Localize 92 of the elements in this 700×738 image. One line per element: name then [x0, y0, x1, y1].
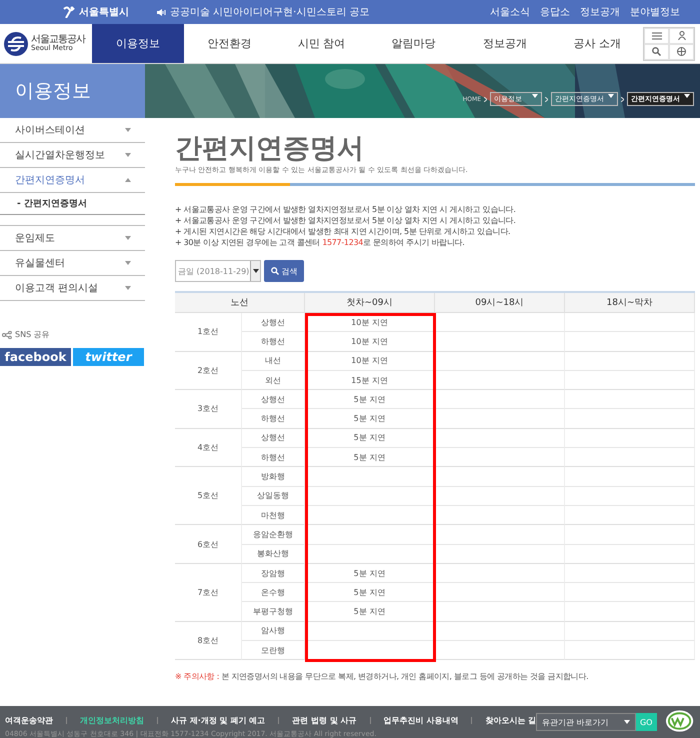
table-cell: 하행선 [242, 448, 305, 468]
table-cell: 부평구청행 [242, 602, 305, 622]
column-header: 09시~18시 [435, 293, 565, 313]
sidebar-subitem[interactable]: - 간편지연증명서 [0, 193, 145, 215]
accessibility-badge-icon [664, 709, 694, 733]
share-icon [2, 330, 12, 338]
footer-link[interactable]: 관련 법령 및 사규 [292, 715, 357, 726]
table-cell: 5분 지연 [305, 583, 435, 602]
table-cell: 5호선 [175, 467, 242, 526]
table-cell: 하행선 [242, 332, 305, 352]
table-cell: 5분 지연 [305, 428, 435, 448]
top-link[interactable]: 분야별정보 [630, 5, 680, 19]
caret-icon [608, 94, 614, 98]
share-button[interactable]: facebook [0, 348, 71, 366]
city-logo-icon [62, 6, 76, 18]
chevron-icon [484, 96, 487, 102]
footer-link[interactable]: 업무추진비 사용내역 [384, 715, 458, 726]
table-cell: 7호선 [175, 564, 242, 622]
table-cell: 봉화산행 [242, 544, 305, 564]
column-header: 첫차~09시 [305, 293, 435, 313]
search-icon [270, 267, 278, 275]
share-label: SNS 공유 [15, 329, 50, 340]
table-cell: 5분 지연 [305, 602, 435, 622]
column-header: 노선 [175, 293, 305, 313]
table-cell: 내선 [242, 352, 305, 371]
table-cell: 암사행 [242, 622, 305, 642]
warning-text: ※ 주의사항 : 본 지연증명서의 내용을 무단으로 복제, 변경하거나, 개인 홈페이지, 블로그 등에 공개하는 것을 금지합니다. [175, 671, 590, 682]
table-cell: 6호선 [175, 525, 242, 564]
table-cell: 마천행 [242, 506, 305, 526]
table-cell: 상행선 [242, 313, 305, 332]
caret-icon [125, 286, 131, 290]
globe-icon[interactable] [669, 44, 694, 60]
metro-logo-icon [4, 32, 28, 56]
caret-icon [252, 269, 258, 273]
top-link[interactable]: 정보공개 [580, 5, 620, 19]
notice-link[interactable]: 공공미술 시민아이디어구현·시민스토리 공모 [170, 5, 370, 19]
notice-text: + 30분 이상 지연된 경우에는 고객 콜센터 1577-1234로 문의하여 주시기 바랍니다. [175, 238, 466, 248]
table-cell: 2호선 [175, 352, 242, 390]
caret-icon [125, 178, 131, 182]
table-cell: 응암순환행 [242, 525, 305, 545]
caret-icon [125, 128, 131, 132]
caret-icon [125, 236, 131, 240]
table-cell: 4호선 [175, 428, 242, 468]
table-cell: 외선 [242, 370, 305, 390]
search-button[interactable]: 검색 [264, 260, 304, 282]
table-cell: 10분 지연 [305, 332, 435, 352]
column-header: 18시~막차 [565, 293, 695, 313]
table-cell: 15분 지연 [305, 370, 435, 390]
table-cell: 5분 지연 [305, 448, 435, 468]
nav-tab[interactable]: 이용정보 [92, 24, 184, 63]
date-dropdown[interactable]: 금일 (2018-11-29) [175, 260, 261, 282]
table-cell: 온수행 [242, 583, 305, 602]
person-icon[interactable] [669, 28, 694, 44]
table-cell: 10분 지연 [305, 313, 435, 332]
caret-icon [624, 720, 630, 724]
top-link[interactable]: 서울소식 [490, 5, 530, 19]
notice-text: + 서울교통공사 운영 구간에서 발생한 열차지연정보로서 5분 이상 열차 지연 시 게시하고 있습니다. [175, 216, 517, 226]
footer-link[interactable]: 여객운송약관 [5, 715, 53, 726]
speaker-icon [157, 8, 166, 16]
table-cell: 상행선 [242, 390, 305, 410]
page-title: 간편지연증명서 [175, 132, 365, 166]
logo-name: 서울교통공사 [31, 35, 85, 45]
table-cell: 5분 지연 [305, 409, 435, 429]
caret-icon [684, 94, 690, 98]
table-cell: 상일동행 [242, 486, 305, 506]
chevron-icon [545, 96, 548, 102]
footer-link[interactable]: 개인정보처리방침 [80, 715, 144, 726]
table-cell: 모란행 [242, 641, 305, 660]
chevron-icon [621, 96, 624, 102]
table-cell: 8호선 [175, 622, 242, 660]
table-cell: 3호선 [175, 390, 242, 429]
search-icon[interactable] [644, 44, 670, 60]
caret-icon [125, 153, 131, 157]
section-title: 이용정보 [15, 79, 91, 104]
city-name[interactable]: 서울특별시 [79, 5, 129, 19]
table-cell: 10분 지연 [305, 352, 435, 371]
table-cell: 장암행 [242, 564, 305, 584]
notice-text: + 게시된 지연시간은 해당 시간대에서 발생한 최대 지연 시간이며, 5분 단위로 게시하고 있습니다. [175, 227, 512, 237]
notice-text: + 서울교통공사 운영 구간에서 발생한 열차지연정보로서 5분 이상 열차 지연 시 게시하고 있습니다. [175, 205, 517, 215]
top-link[interactable]: 응답소 [540, 5, 570, 19]
caret-icon [125, 261, 131, 265]
footer-link[interactable]: 찾아오시는 길 [485, 715, 536, 726]
table-cell: 5분 지연 [305, 390, 435, 410]
table-cell: 방화행 [242, 467, 305, 487]
footer-link[interactable]: 사규 제·개정 및 폐기 예고 [171, 715, 266, 726]
menu-icon[interactable] [644, 28, 670, 44]
table-cell: 1호선 [175, 313, 242, 352]
table-cell: 5분 지연 [305, 564, 435, 584]
related-sites-dropdown[interactable]: 유관기관 바로가기 [536, 713, 636, 731]
table-cell: 상행선 [242, 428, 305, 448]
table-cell: 하행선 [242, 409, 305, 429]
caret-icon [532, 94, 538, 98]
